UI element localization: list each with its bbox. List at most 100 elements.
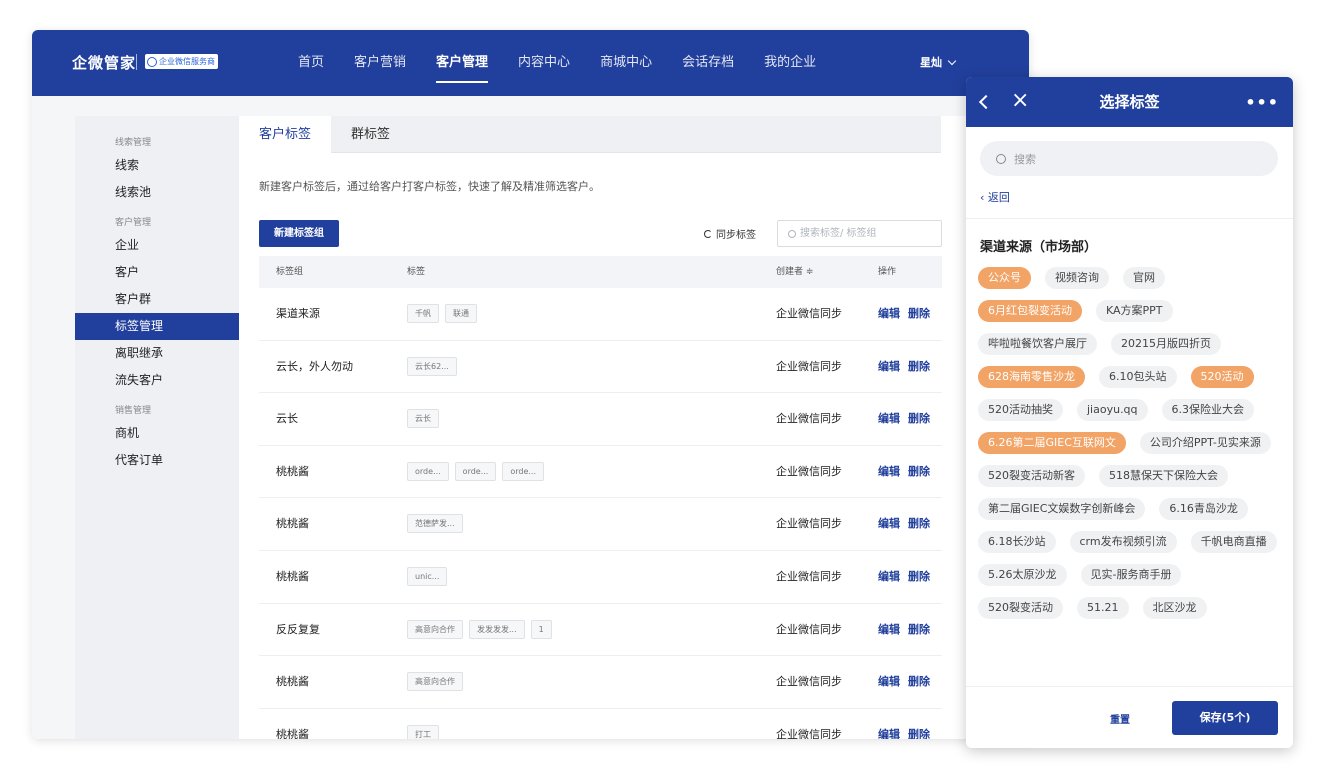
edit-button[interactable]: 编辑: [878, 341, 900, 393]
delete-button[interactable]: 删除: [908, 656, 930, 708]
sidebar-item[interactable]: 客户: [75, 259, 239, 286]
edit-button[interactable]: 编辑: [878, 288, 900, 340]
brand-logo[interactable]: 企微管家: [72, 52, 136, 73]
search-icon: [788, 229, 796, 238]
tag-option[interactable]: 视频咨询: [1045, 267, 1109, 289]
edit-button[interactable]: 编辑: [878, 551, 900, 603]
brand-divider: [136, 54, 137, 70]
sidebar-item[interactable]: 商机: [75, 420, 239, 447]
edit-button[interactable]: 编辑: [878, 498, 900, 550]
row-group-name: 云长，外人勿动: [276, 359, 353, 373]
delete-button[interactable]: 删除: [908, 288, 930, 340]
row-actions: 编辑 删除: [878, 288, 930, 340]
sidebar-item[interactable]: 标签管理: [75, 313, 239, 340]
sidebar: 线索管理 线索 线索池 客户管理 企业 客户 客户群 标签管理 离职继承 流失客户 销售管理 商机 代客…: [75, 116, 239, 739]
tag-option[interactable]: 6月红包裂变活动: [978, 300, 1082, 322]
main-nav: 首页 客户营销 客户管理 内容中心 商城中心 会话存档 我的企业: [298, 30, 846, 96]
sidebar-item[interactable]: 企业: [75, 232, 239, 259]
row-tags: 高意向合作 发发发发... 1: [407, 619, 552, 639]
delete-button[interactable]: 删除: [908, 498, 930, 550]
row-tags: unic...: [407, 566, 448, 586]
tab[interactable]: 群标签: [331, 116, 410, 153]
tag-option[interactable]: 51.21: [1077, 597, 1129, 619]
nav-item[interactable]: 客户营销: [354, 30, 406, 96]
search-placeholder: 搜索标签/ 标签组: [800, 228, 877, 239]
delete-button[interactable]: 删除: [908, 446, 930, 498]
sync-tags-button[interactable]: 同步标签: [704, 226, 756, 241]
tag-option[interactable]: 哔啦啦餐饮客户展厅: [978, 333, 1097, 355]
tag-search-input[interactable]: 搜索标签/ 标签组: [777, 220, 942, 247]
tag-option[interactable]: 520裂变活动新客: [978, 465, 1085, 487]
sidebar-item[interactable]: 线索池: [75, 179, 239, 206]
tag-option[interactable]: 520活动抽奖: [978, 399, 1063, 421]
row-tags: 云长: [407, 409, 439, 429]
chevron-down-icon: [947, 56, 957, 66]
delete-button[interactable]: 删除: [908, 604, 930, 656]
panel-search-placeholder: 搜索: [1014, 152, 1036, 166]
user-menu[interactable]: 星灿: [920, 30, 957, 96]
edit-button[interactable]: 编辑: [878, 709, 900, 739]
tag-option[interactable]: 官网: [1123, 267, 1165, 289]
tag-option[interactable]: 6.18长沙站: [978, 531, 1056, 553]
tag-chip: orde...: [407, 461, 449, 481]
tag-option[interactable]: 520活动: [1190, 366, 1254, 388]
edit-button[interactable]: 编辑: [878, 656, 900, 708]
top-navbar: 企微管家 企业微信服务商 首页 客户营销 客户管理 内容中心 商城中心 会话存档 我的企业 …: [32, 30, 1029, 96]
sidebar-item[interactable]: 离职继承: [75, 340, 239, 367]
return-link[interactable]: ‹ 返回: [980, 189, 1010, 205]
nav-item[interactable]: 商城中心: [600, 30, 652, 96]
sidebar-item[interactable]: 线索: [75, 152, 239, 179]
new-tag-group-button[interactable]: 新建标签组: [259, 220, 339, 247]
save-button[interactable]: 保存(5个): [1172, 701, 1278, 735]
tag-option[interactable]: 6.26第二届GIEC互联网文: [978, 432, 1126, 454]
tag-option[interactable]: 公众号: [978, 267, 1031, 289]
row-group-name: 桃桃酱: [276, 569, 309, 583]
sidebar-item[interactable]: 客户群: [75, 286, 239, 313]
panel-search-input[interactable]: 搜索: [980, 141, 1278, 176]
edit-button[interactable]: 编辑: [878, 393, 900, 445]
more-icon[interactable]: •••: [1245, 93, 1279, 112]
row-group-name: 桃桃酱: [276, 517, 309, 531]
tag-option[interactable]: 628海南零售沙龙: [978, 366, 1085, 388]
tag-option[interactable]: 千帆电商直播: [1190, 531, 1277, 553]
row-group-name: 桃桃酱: [276, 675, 309, 689]
tag-option[interactable]: 见实-服务商手册: [1080, 564, 1182, 586]
tag-option[interactable]: 第二届GIEC文娱数字创新峰会: [978, 498, 1146, 520]
sidebar-item[interactable]: 流失客户: [75, 367, 239, 394]
tag-option[interactable]: 北区沙龙: [1142, 597, 1207, 619]
sidebar-group-title: 客户管理: [115, 218, 152, 228]
row-actions: 编辑 删除: [878, 709, 930, 739]
edit-button[interactable]: 编辑: [878, 446, 900, 498]
tag-option[interactable]: jiaoyu.qq: [1077, 399, 1148, 421]
tab[interactable]: 客户标签: [239, 116, 332, 153]
tag-chip: unic...: [407, 566, 448, 586]
row-creator: 企业微信同步: [776, 569, 842, 583]
edit-button[interactable]: 编辑: [878, 604, 900, 656]
tag-option[interactable]: 6.16青岛沙龙: [1159, 498, 1248, 520]
nav-item[interactable]: 内容中心: [518, 30, 570, 96]
close-icon[interactable]: ×: [1011, 90, 1029, 112]
tag-option[interactable]: 6.3保险业大会: [1161, 399, 1255, 421]
header-ops: 操作: [878, 267, 897, 277]
delete-button[interactable]: 删除: [908, 341, 930, 393]
reset-button[interactable]: 重置: [1110, 711, 1130, 726]
tag-option[interactable]: 6.10包头站: [1099, 366, 1177, 388]
nav-item[interactable]: 客户管理: [436, 30, 489, 96]
nav-item[interactable]: 首页: [298, 30, 324, 96]
tag-option[interactable]: 520裂变活动: [978, 597, 1063, 619]
delete-button[interactable]: 删除: [908, 551, 930, 603]
nav-item[interactable]: 会话存档: [682, 30, 734, 96]
tag-option[interactable]: 20215月版四折页: [1111, 333, 1221, 355]
tag-option[interactable]: crm发布视频引流: [1069, 531, 1177, 553]
tag-option[interactable]: KA方案PPT: [1096, 300, 1173, 322]
delete-button[interactable]: 删除: [908, 393, 930, 445]
header-creator[interactable]: 创建者 ≑: [776, 256, 813, 288]
nav-item[interactable]: 我的企业: [764, 30, 816, 96]
sidebar-item[interactable]: 代客订单: [75, 447, 239, 474]
delete-button[interactable]: 删除: [908, 709, 930, 739]
table-row: 云长，外人勿动 云长62... 企业微信同步 编辑 删除: [259, 341, 942, 394]
tag-option[interactable]: 5.26太原沙龙: [978, 564, 1067, 586]
row-actions: 编辑 删除: [878, 498, 930, 550]
tag-option[interactable]: 518慧保天下保险大会: [1099, 465, 1228, 487]
tag-option[interactable]: 公司介绍PPT-见实来源: [1139, 432, 1271, 454]
